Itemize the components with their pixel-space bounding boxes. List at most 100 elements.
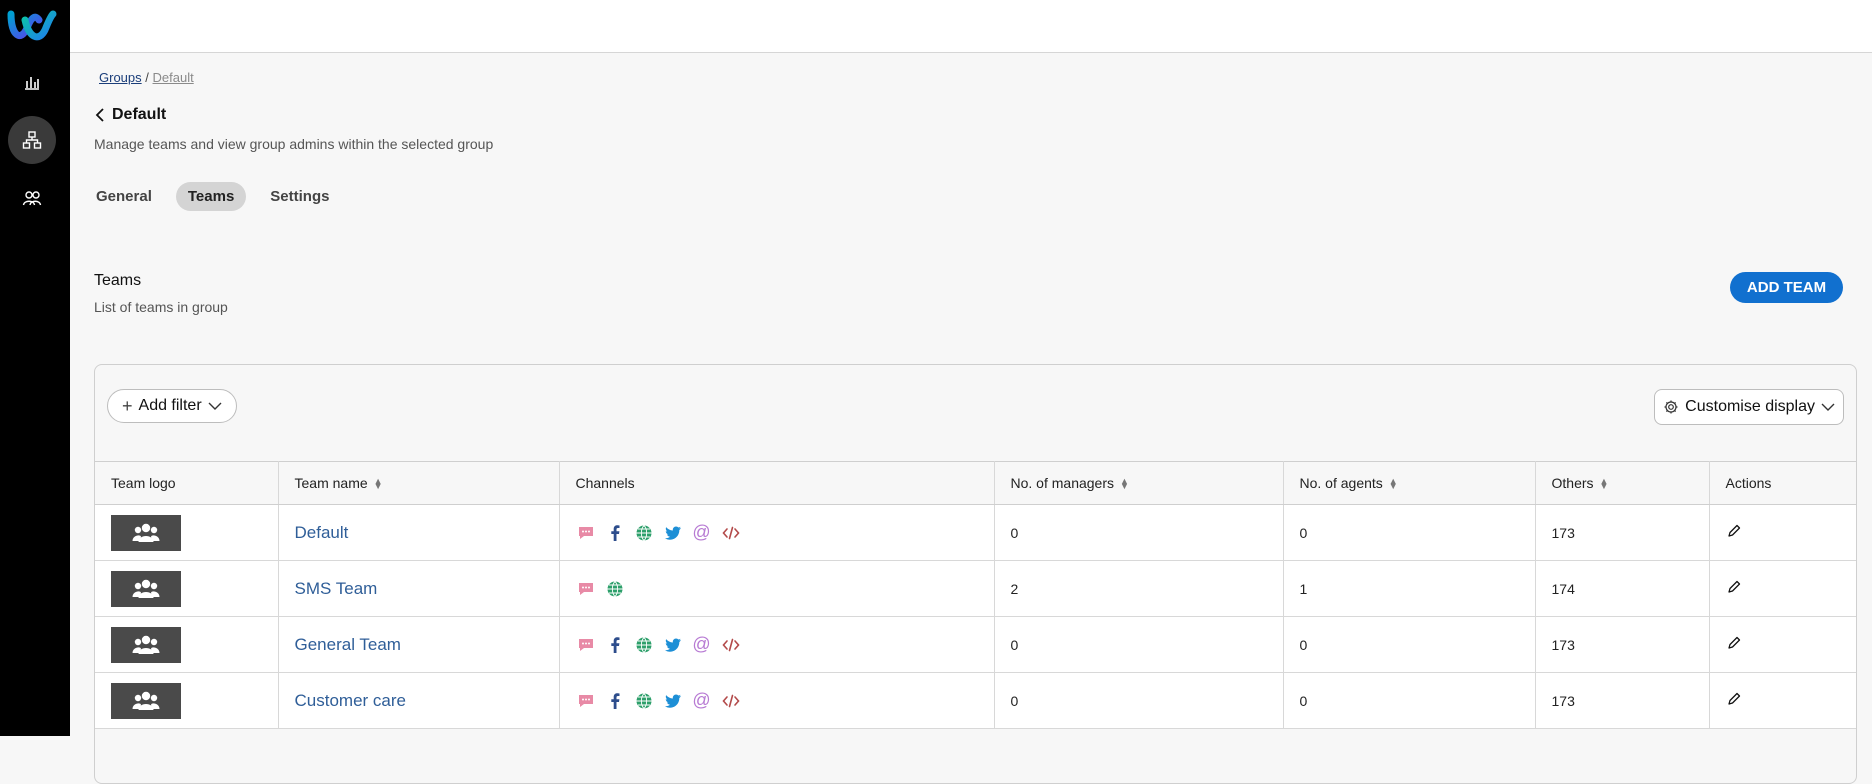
agents-cell: 0 xyxy=(1283,616,1536,673)
team-logo xyxy=(111,514,181,551)
header-managers[interactable]: No. of managers ▲ ▼ xyxy=(994,461,1284,505)
analytics-nav-button[interactable] xyxy=(8,58,56,106)
channel-icons: @ xyxy=(576,690,994,711)
sort-icon[interactable]: ▲ ▼ xyxy=(1389,477,1398,491)
table-row[interactable]: Default @ 0 0 173 xyxy=(95,504,1856,561)
main-content: Groups / Default Default Manage teams an… xyxy=(70,54,1872,784)
team-name-link[interactable]: Customer care xyxy=(295,691,406,710)
team-logo-cell xyxy=(95,560,279,617)
pencil-icon xyxy=(1727,636,1740,649)
team-name-cell: General Team xyxy=(278,616,560,673)
add-filter-label: Add filter xyxy=(138,397,202,414)
sort-icon[interactable]: ▲ ▼ xyxy=(1600,477,1609,491)
sort-icon[interactable]: ▲ ▼ xyxy=(1120,477,1129,491)
edit-button[interactable] xyxy=(1726,636,1742,654)
channels-cell: @ xyxy=(559,616,995,673)
team-group-icon xyxy=(132,691,160,710)
others-cell: 174 xyxy=(1535,560,1710,617)
channels-cell: @ xyxy=(559,672,995,729)
email-icon: @ xyxy=(692,634,711,654)
code-icon xyxy=(721,635,741,655)
header-agents-label: No. of agents xyxy=(1299,475,1383,491)
team-logo xyxy=(111,682,181,719)
pencil-icon xyxy=(1727,692,1740,705)
sms-icon xyxy=(576,523,596,543)
channels-cell: @ xyxy=(559,504,995,561)
table-row[interactable]: SMS Team 2 1 174 xyxy=(95,560,1856,617)
header-managers-label: No. of managers xyxy=(1010,475,1115,491)
managers-cell: 0 xyxy=(994,672,1284,729)
chevron-left-icon xyxy=(95,108,104,122)
chevron-down-icon xyxy=(1821,403,1835,411)
others-cell: 173 xyxy=(1535,672,1710,729)
channel-icons: @ xyxy=(576,634,994,655)
sms-icon xyxy=(576,579,596,599)
table-row[interactable]: General Team @ 0 0 173 xyxy=(95,616,1856,673)
header-channels: Channels xyxy=(559,461,995,505)
back-button[interactable]: Default xyxy=(94,106,166,124)
header-actions-label: Actions xyxy=(1725,475,1772,491)
others-cell: 173 xyxy=(1535,616,1710,673)
teams-nav-button[interactable] xyxy=(8,174,56,222)
team-logo xyxy=(111,626,181,663)
sms-icon xyxy=(576,635,596,655)
web-icon xyxy=(634,523,654,543)
team-group-icon xyxy=(132,635,160,654)
header-team-name-label: Team name xyxy=(294,475,368,491)
chevron-down-icon xyxy=(208,402,222,410)
channels-cell xyxy=(559,560,995,617)
tab-teams[interactable]: Teams xyxy=(175,182,247,211)
hierarchy-icon xyxy=(22,131,42,149)
facebook-icon xyxy=(605,635,625,655)
team-name-cell: Customer care xyxy=(278,672,560,729)
email-icon: @ xyxy=(692,690,711,710)
team-name-cell: SMS Team xyxy=(278,560,560,617)
others-cell: 173 xyxy=(1535,504,1710,561)
managers-cell: 0 xyxy=(994,504,1284,561)
sort-icon[interactable]: ▲ ▼ xyxy=(374,477,383,491)
web-icon xyxy=(605,579,625,599)
code-icon xyxy=(721,691,741,711)
facebook-icon xyxy=(605,691,625,711)
section-subtitle: List of teams in group xyxy=(94,299,228,315)
edit-button[interactable] xyxy=(1726,580,1742,598)
header-team-logo-label: Team logo xyxy=(111,475,176,491)
page-subtitle: Manage teams and view group admins withi… xyxy=(94,136,494,152)
managers-cell: 0 xyxy=(994,616,1284,673)
customise-display-button[interactable]: Customise display xyxy=(1654,389,1844,425)
breadcrumb-groups-link[interactable]: Groups xyxy=(99,70,142,85)
add-team-button[interactable]: ADD TEAM xyxy=(1730,272,1843,303)
sidebar xyxy=(0,0,70,736)
sms-icon xyxy=(576,691,596,711)
customise-display-label: Customise display xyxy=(1685,398,1815,415)
actions-cell xyxy=(1709,616,1856,673)
header-others-label: Others xyxy=(1551,475,1594,491)
tab-general[interactable]: General xyxy=(94,182,164,211)
twitter-icon xyxy=(663,523,683,543)
breadcrumb-current[interactable]: Default xyxy=(153,70,194,85)
web-icon xyxy=(634,691,654,711)
tab-settings[interactable]: Settings xyxy=(258,182,341,211)
team-name-link[interactable]: Default xyxy=(295,523,349,542)
team-name-link[interactable]: General Team xyxy=(295,635,401,654)
header-others[interactable]: Others ▲ ▼ xyxy=(1535,461,1710,505)
table-row[interactable]: Customer care @ 0 0 173 xyxy=(95,672,1856,729)
header-agents[interactable]: No. of agents ▲ ▼ xyxy=(1283,461,1536,505)
team-name-link[interactable]: SMS Team xyxy=(295,579,378,598)
add-filter-button[interactable]: + Add filter xyxy=(107,389,237,423)
twitter-icon xyxy=(663,691,683,711)
team-group-icon xyxy=(132,523,160,542)
edit-button[interactable] xyxy=(1726,692,1742,710)
twitter-icon xyxy=(663,635,683,655)
agents-cell: 1 xyxy=(1283,560,1536,617)
team-logo xyxy=(111,570,181,607)
people-icon xyxy=(22,191,42,206)
web-icon xyxy=(634,635,654,655)
actions-cell xyxy=(1709,672,1856,729)
plus-icon: + xyxy=(122,396,133,416)
actions-cell xyxy=(1709,560,1856,617)
header-team-name[interactable]: Team name ▲ ▼ xyxy=(278,461,560,505)
edit-button[interactable] xyxy=(1726,524,1742,542)
webex-logo-icon[interactable] xyxy=(7,6,57,46)
groups-nav-button[interactable] xyxy=(8,116,56,164)
